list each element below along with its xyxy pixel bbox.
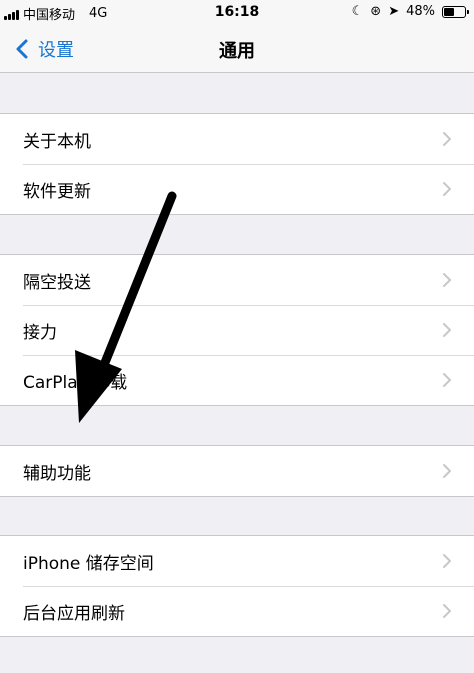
row-label: iPhone 储存空间 — [23, 553, 154, 574]
chevron-right-icon — [443, 464, 451, 478]
settings-group-accessibility: 辅助功能 — [0, 445, 474, 497]
page-title: 通用 — [219, 41, 255, 62]
navigation-bar: 设置 通用 — [0, 26, 474, 73]
chevron-right-icon — [443, 554, 451, 568]
chevron-right-icon — [443, 604, 451, 618]
rotation-lock-icon: ⊛ — [370, 3, 382, 19]
chevron-right-icon — [443, 273, 451, 287]
row-label: 后台应用刷新 — [23, 603, 125, 624]
chevron-right-icon — [443, 373, 451, 387]
settings-group-about: 关于本机 软件更新 — [0, 113, 474, 215]
row-handoff[interactable]: 接力 — [0, 305, 474, 355]
row-software-update[interactable]: 软件更新 — [0, 164, 474, 214]
location-icon: ➤ — [388, 3, 400, 19]
moon-icon: ☾ — [351, 3, 364, 19]
row-label: 软件更新 — [23, 181, 91, 202]
settings-general-screen: 中国移动 4G 16:18 ☾ ⊛ ➤ 48% 设置 通用 关于本机 软件更新 … — [0, 0, 474, 673]
row-label: 关于本机 — [23, 131, 91, 152]
row-airdrop[interactable]: 隔空投送 — [0, 255, 474, 305]
row-about-device[interactable]: 关于本机 — [0, 114, 474, 164]
status-bar: 中国移动 4G 16:18 ☾ ⊛ ➤ 48% — [0, 0, 474, 26]
chevron-right-icon — [443, 323, 451, 337]
status-right: ☾ ⊛ ➤ 48% — [351, 3, 469, 19]
row-background-app-refresh[interactable]: 后台应用刷新 — [0, 586, 474, 636]
row-label: 辅助功能 — [23, 463, 91, 484]
chevron-right-icon — [443, 182, 451, 196]
row-label: CarPlay 车载 — [23, 372, 128, 393]
settings-group-storage: iPhone 储存空间 后台应用刷新 — [0, 535, 474, 637]
row-iphone-storage[interactable]: iPhone 储存空间 — [0, 536, 474, 586]
row-label: 隔空投送 — [23, 272, 91, 293]
settings-group-sharing: 隔空投送 接力 CarPlay 车载 — [0, 254, 474, 406]
battery-level-fill — [444, 7, 454, 16]
battery-percent: 48% — [406, 4, 435, 19]
chevron-right-icon — [443, 132, 451, 146]
row-carplay[interactable]: CarPlay 车载 — [0, 355, 474, 405]
battery-icon — [442, 5, 469, 18]
row-accessibility[interactable]: 辅助功能 — [0, 446, 474, 496]
row-label: 接力 — [23, 322, 57, 343]
